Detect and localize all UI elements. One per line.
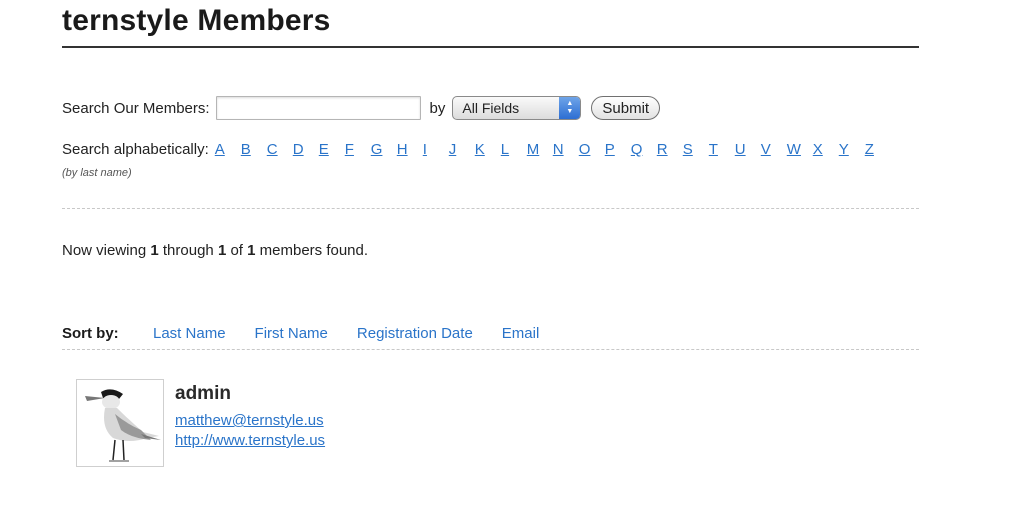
letter-link[interactable]: X bbox=[813, 141, 839, 158]
sort-divider bbox=[62, 349, 919, 350]
sort-email[interactable]: Email bbox=[502, 325, 540, 342]
alphabet-label: Search alphabetically: bbox=[62, 141, 209, 158]
letter-link[interactable]: L bbox=[501, 141, 527, 158]
tern-bird-icon bbox=[85, 389, 161, 462]
member-name[interactable]: admin bbox=[175, 383, 231, 405]
title-divider bbox=[62, 46, 919, 48]
sort-last-name[interactable]: Last Name bbox=[153, 325, 226, 342]
sort-bar: Sort by: Last Name First Name Registrati… bbox=[62, 325, 568, 342]
results-start: 1 bbox=[150, 242, 159, 259]
member-search-form: Search Our Members: by All Fields ▲ ▼ Sub… bbox=[62, 94, 661, 122]
letter-link[interactable]: T bbox=[709, 141, 735, 158]
letter-link[interactable]: V bbox=[761, 141, 787, 158]
results-of: of bbox=[226, 242, 248, 259]
letter-link[interactable]: G bbox=[371, 141, 397, 158]
letter-link[interactable]: U bbox=[735, 141, 761, 158]
results-suffix: members found. bbox=[255, 242, 369, 259]
letter-link[interactable]: O bbox=[579, 141, 605, 158]
alphabet-letters: A B C D E F G H I J K L M N O P Q R S T … bbox=[215, 141, 891, 158]
letter-link[interactable]: D bbox=[293, 141, 319, 158]
page-title: ternstyle Members bbox=[62, 4, 331, 37]
letter-link[interactable]: Z bbox=[865, 141, 891, 158]
select-arrows-icon: ▲ ▼ bbox=[559, 97, 581, 119]
letter-link[interactable]: H bbox=[397, 141, 423, 158]
letter-link[interactable]: A bbox=[215, 141, 241, 158]
alphabet-search: Search alphabetically: A B C D E F G H I… bbox=[62, 141, 891, 158]
member-website-link[interactable]: http://www.ternstyle.us bbox=[175, 432, 325, 449]
letter-link[interactable]: I bbox=[423, 141, 449, 158]
search-input[interactable] bbox=[215, 96, 421, 120]
alphabet-note: (by last name) bbox=[62, 167, 132, 179]
letter-link[interactable]: E bbox=[319, 141, 345, 158]
submit-button[interactable]: Submit bbox=[591, 96, 661, 120]
results-summary: Now viewing 1 through 1 of 1 members fou… bbox=[62, 242, 368, 259]
sort-first-name[interactable]: First Name bbox=[255, 325, 328, 342]
search-field-select[interactable]: All Fields ▲ ▼ bbox=[452, 96, 582, 120]
letter-link[interactable]: M bbox=[527, 141, 553, 158]
results-prefix: Now viewing bbox=[62, 242, 151, 259]
letter-link[interactable]: B bbox=[241, 141, 267, 158]
letter-link[interactable]: W bbox=[787, 141, 813, 158]
letter-link[interactable]: K bbox=[475, 141, 501, 158]
section-divider bbox=[62, 208, 919, 209]
by-label: by bbox=[429, 99, 446, 117]
letter-link[interactable]: Y bbox=[839, 141, 865, 158]
member-email-link[interactable]: matthew@ternstyle.us bbox=[175, 412, 324, 429]
letter-link[interactable]: C bbox=[267, 141, 293, 158]
member-avatar[interactable] bbox=[76, 379, 164, 467]
results-through: through bbox=[158, 242, 218, 259]
letter-link[interactable]: Q bbox=[631, 141, 657, 158]
sort-registration-date[interactable]: Registration Date bbox=[357, 325, 473, 342]
letter-link[interactable]: R bbox=[657, 141, 683, 158]
search-label: Search Our Members: bbox=[62, 99, 210, 117]
letter-link[interactable]: P bbox=[605, 141, 631, 158]
sort-label: Sort by: bbox=[62, 325, 119, 342]
letter-link[interactable]: S bbox=[683, 141, 709, 158]
letter-link[interactable]: N bbox=[553, 141, 579, 158]
letter-link[interactable]: J bbox=[449, 141, 475, 158]
search-field-selected: All Fields bbox=[462, 100, 520, 116]
letter-link[interactable]: F bbox=[345, 141, 371, 158]
